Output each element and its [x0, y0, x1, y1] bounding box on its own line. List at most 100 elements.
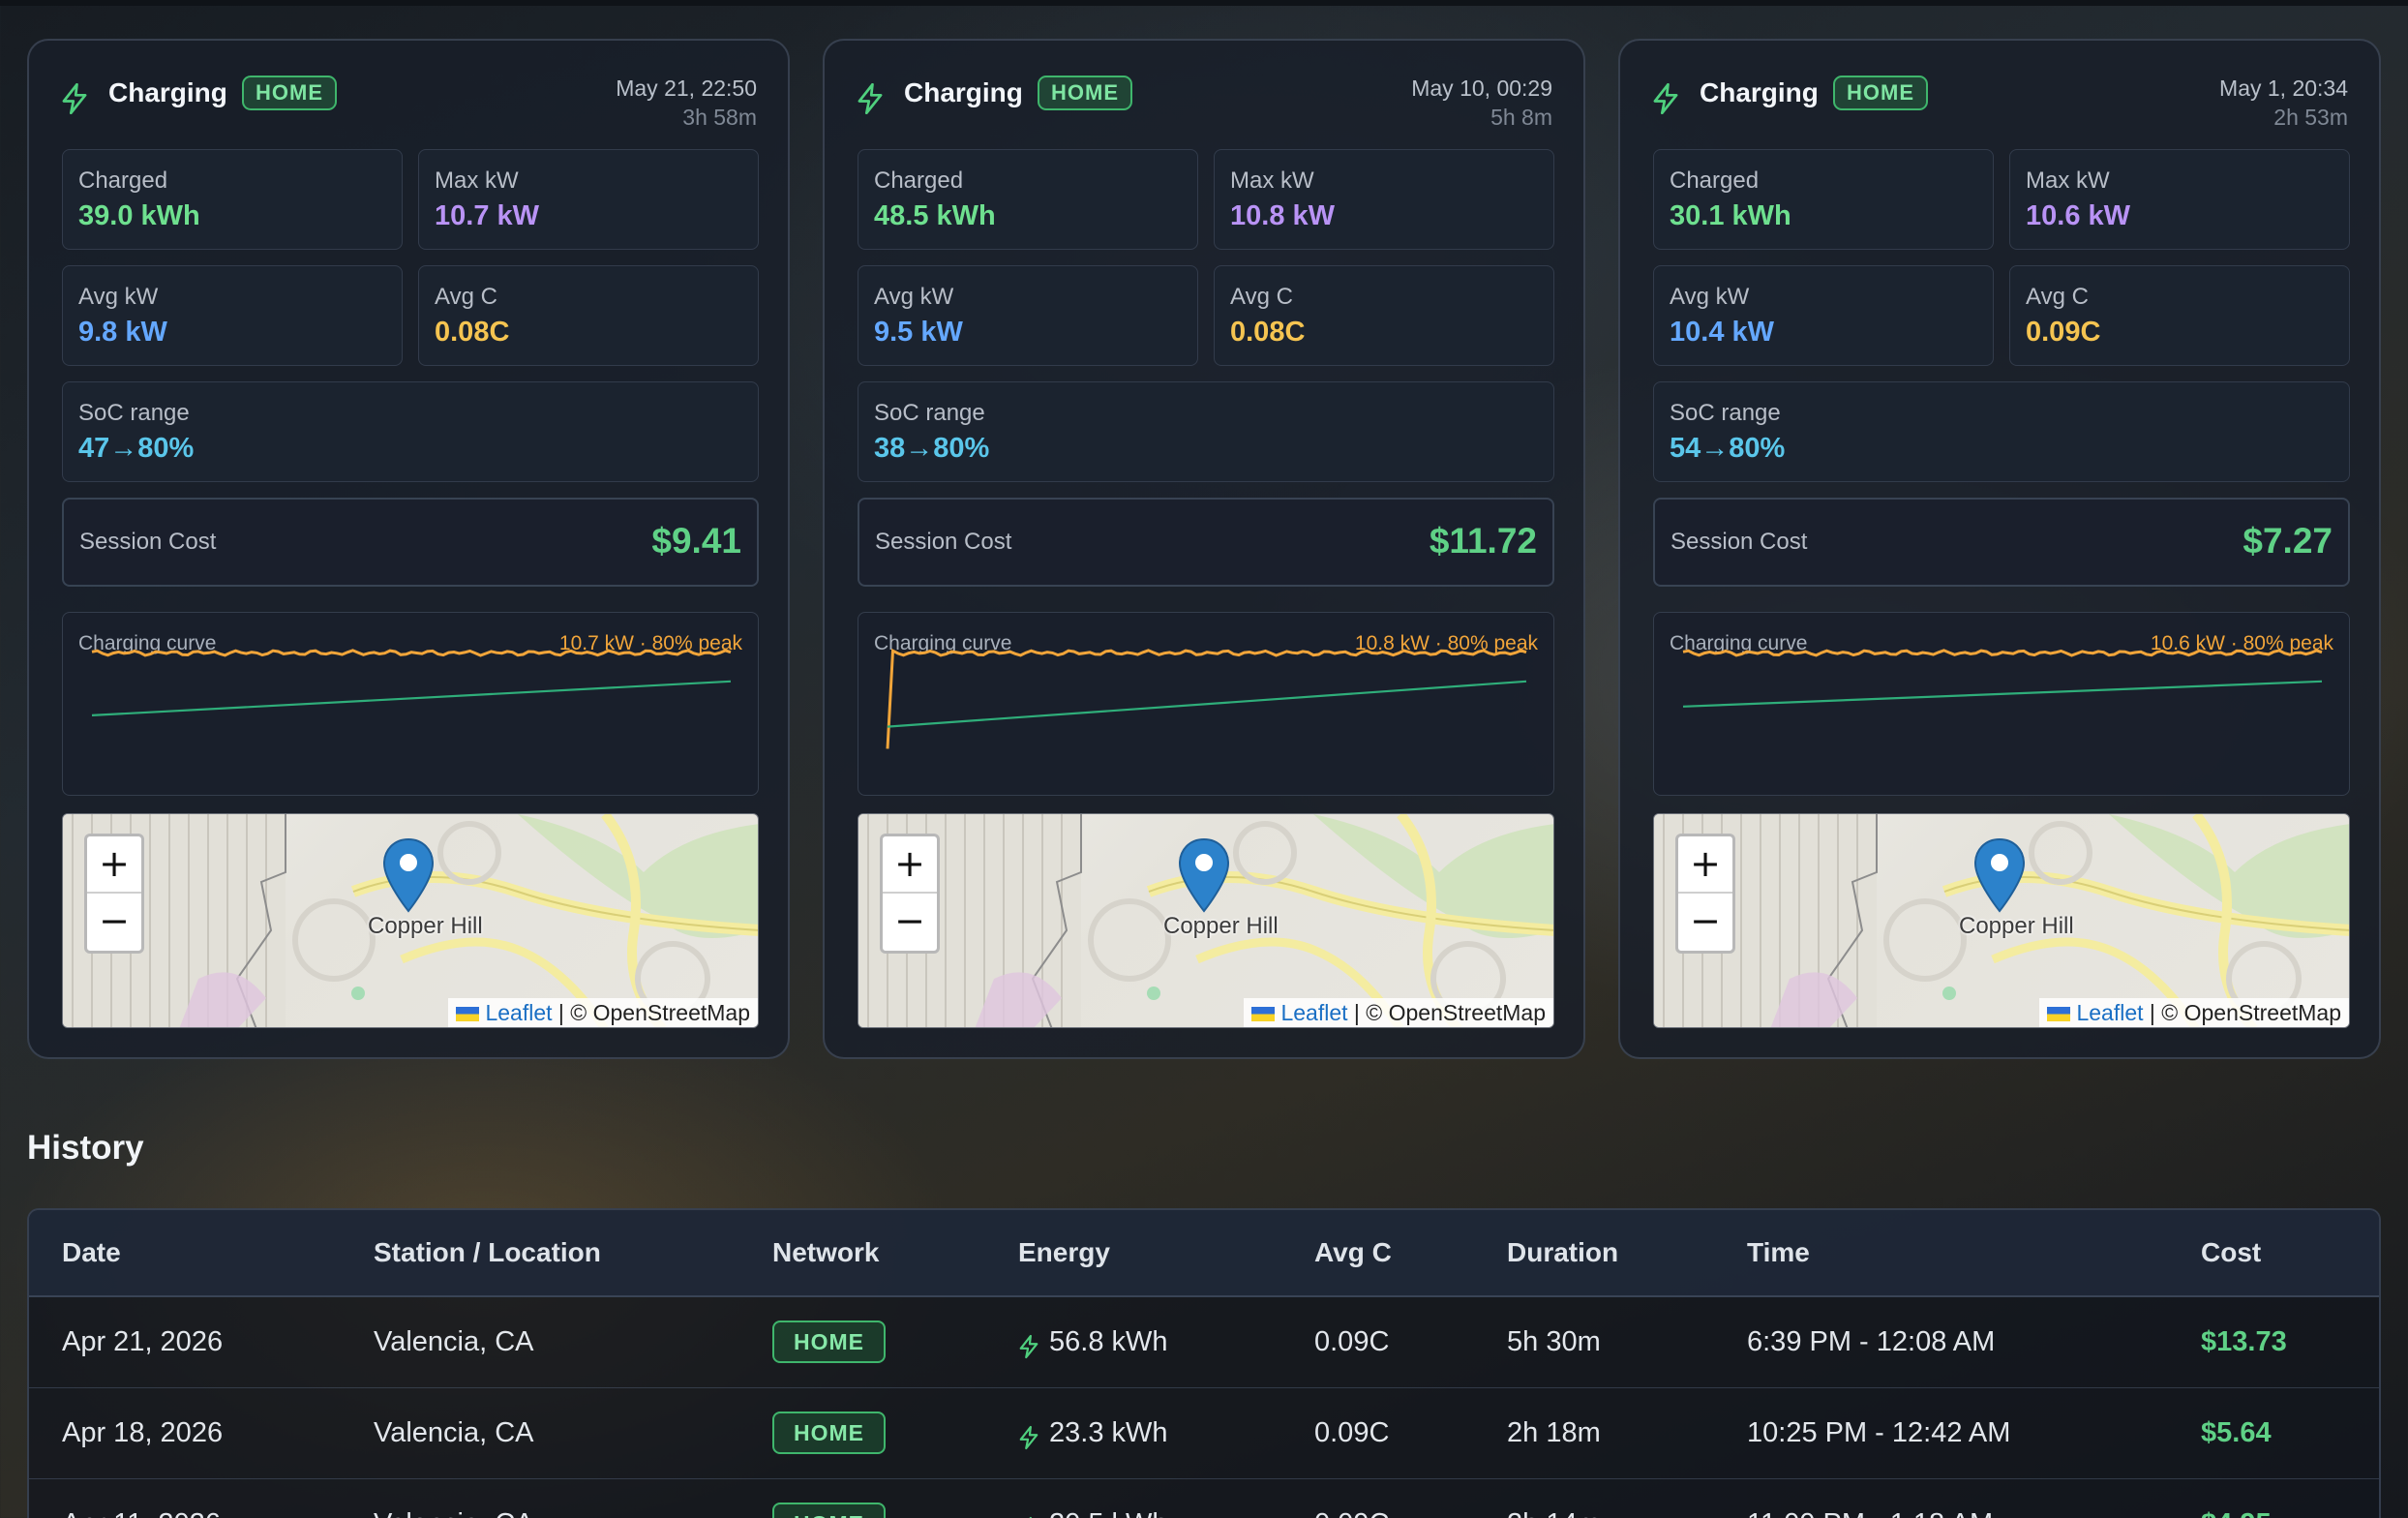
map-marker-icon[interactable]	[1973, 837, 2026, 915]
power-line	[886, 648, 1527, 749]
lightning-icon	[1019, 1425, 1038, 1450]
cost-value: $9.41	[651, 521, 741, 561]
stat-label: Avg C	[2026, 284, 2089, 310]
location-map[interactable]: + − Copper Hill Leaflet | © OpenStreetMap	[1653, 813, 2350, 1028]
location-map[interactable]: + − Copper Hill Leaflet | © OpenStreetMap	[858, 813, 1554, 1028]
map-place-label: Copper Hill	[368, 913, 483, 939]
col-network[interactable]: Network	[772, 1237, 879, 1268]
stat-value: 9.5 kW	[874, 317, 963, 348]
row-energy: 20.5 kWh	[1049, 1508, 1168, 1518]
stat-value: 30.1 kWh	[1670, 200, 1791, 231]
stat-charged: Charged 30.1 kWh	[1653, 149, 1994, 250]
row-date: Apr 21, 2026	[62, 1326, 224, 1357]
session-cost: Session Cost $7.27	[1653, 498, 2350, 587]
ukraine-flag-icon	[456, 1007, 480, 1021]
stat-value: 0.08C	[1230, 317, 1306, 348]
stat-label: SoC range	[78, 400, 190, 426]
stat-label: Avg kW	[874, 284, 954, 310]
session-title: Charging	[1700, 77, 1819, 107]
ukraine-flag-icon	[1251, 1007, 1276, 1021]
history-table: Date Station / Location Network Energy A…	[27, 1208, 2381, 1518]
network-badge: HOME	[1833, 76, 1928, 110]
osm-attribution[interactable]: | © OpenStreetMap	[558, 1000, 750, 1025]
cost-value: $11.72	[1429, 521, 1537, 561]
charging-curve: Charging curve 10.7 kW · 80% peak	[62, 612, 759, 796]
zoom-in-button[interactable]: +	[1678, 836, 1732, 894]
stat-avg-c: Avg C 0.08C	[1214, 265, 1554, 366]
cost-value: $7.27	[2242, 521, 2333, 561]
row-date: Apr 11, 2026	[62, 1508, 221, 1518]
row-time: 10:25 PM - 12:42 AM	[1747, 1417, 2011, 1448]
stat-label: Avg C	[1230, 284, 1293, 310]
col-avgc[interactable]: Avg C	[1314, 1237, 1392, 1268]
session-card[interactable]: Charging HOME May 21, 22:50 3h 58m Charged 39…	[27, 39, 790, 1059]
location-map[interactable]: + − Copper Hill Leaflet | © OpenStreetMap	[62, 813, 759, 1028]
stat-value: 10.8 kW	[1230, 200, 1335, 231]
col-cost[interactable]: Cost	[2201, 1237, 2261, 1268]
map-marker-icon[interactable]	[382, 837, 435, 915]
stat-soc-range: SoC range 47→80%	[62, 381, 759, 482]
session-date: May 21, 22:50	[616, 76, 757, 101]
row-avgc: 0.09C	[1314, 1508, 1389, 1518]
col-energy[interactable]: Energy	[1018, 1237, 1110, 1268]
row-location: Valencia, CA	[374, 1508, 534, 1518]
zoom-in-button[interactable]: +	[87, 836, 141, 894]
session-date: May 1, 20:34	[2219, 76, 2348, 101]
stat-label: Max kW	[435, 167, 519, 194]
stat-value: 0.08C	[435, 317, 510, 348]
map-attribution: Leaflet | © OpenStreetMap	[1244, 998, 1553, 1027]
soc-line	[91, 680, 732, 716]
lightning-icon	[62, 83, 87, 114]
stat-value: 38→80%	[874, 433, 990, 464]
cost-label: Session Cost	[1671, 529, 1808, 555]
lightning-icon	[1653, 83, 1678, 114]
osm-attribution[interactable]: | © OpenStreetMap	[2150, 1000, 2341, 1025]
soc-line	[887, 680, 1527, 728]
table-row[interactable]: Apr 11, 2026 Valencia, CA HOME 20.5 kWh 0.09…	[29, 1479, 2379, 1518]
map-place-label: Copper Hill	[1163, 913, 1279, 939]
table-row[interactable]: Apr 18, 2026 Valencia, CA HOME 23.3 kWh 0.09…	[29, 1388, 2379, 1479]
leaflet-link[interactable]: Leaflet	[1280, 1000, 1347, 1025]
session-card[interactable]: Charging HOME May 10, 00:29 5h 8m Charged 48.…	[823, 39, 1585, 1059]
stat-label: Max kW	[1230, 167, 1314, 194]
leaflet-link[interactable]: Leaflet	[485, 1000, 552, 1025]
stat-value: 10.4 kW	[1670, 317, 1774, 348]
session-cost: Session Cost $9.41	[62, 498, 759, 587]
zoom-out-button[interactable]: −	[883, 894, 937, 951]
stat-value: 54→80%	[1670, 433, 1786, 464]
stat-soc-range: SoC range 54→80%	[1653, 381, 2350, 482]
osm-attribution[interactable]: | © OpenStreetMap	[1354, 1000, 1546, 1025]
power-line	[1682, 649, 2323, 657]
leaflet-link[interactable]: Leaflet	[2076, 1000, 2143, 1025]
curve-plot	[91, 649, 732, 716]
stat-label: Max kW	[2026, 167, 2110, 194]
zoom-out-button[interactable]: −	[87, 894, 141, 951]
col-location[interactable]: Station / Location	[374, 1237, 601, 1268]
session-title: Charging	[108, 77, 227, 107]
session-date: May 10, 00:29	[1411, 76, 1552, 101]
session-card[interactable]: Charging HOME May 1, 20:34 2h 53m Charged 30.…	[1618, 39, 2381, 1059]
table-row[interactable]: Apr 21, 2026 Valencia, CA HOME 56.8 kWh 0.09…	[29, 1297, 2379, 1388]
charging-curve: Charging curve 10.6 kW · 80% peak	[1653, 612, 2350, 796]
col-time[interactable]: Time	[1747, 1237, 1810, 1268]
row-date: Apr 18, 2026	[62, 1417, 224, 1448]
network-badge: HOME	[1038, 76, 1132, 110]
stat-value: 10.6 kW	[2026, 200, 2130, 231]
row-energy: 23.3 kWh	[1049, 1417, 1168, 1448]
network-badge: HOME	[772, 1321, 886, 1363]
col-date[interactable]: Date	[62, 1237, 121, 1268]
stat-avg-kw: Avg kW 10.4 kW	[1653, 265, 1994, 366]
zoom-control: + −	[84, 834, 144, 954]
stat-value: 39.0 kWh	[78, 200, 200, 231]
stat-max-kw: Max kW 10.8 kW	[1214, 149, 1554, 250]
session-duration: 2h 53m	[2273, 105, 2348, 130]
row-location: Valencia, CA	[374, 1326, 534, 1357]
row-energy: 56.8 kWh	[1049, 1326, 1168, 1357]
stat-label: SoC range	[874, 400, 985, 426]
curve-plot	[886, 648, 1527, 749]
map-marker-icon[interactable]	[1178, 837, 1230, 915]
zoom-in-button[interactable]: +	[883, 836, 937, 894]
network-badge: HOME	[772, 1503, 886, 1518]
zoom-out-button[interactable]: −	[1678, 894, 1732, 951]
col-duration[interactable]: Duration	[1507, 1237, 1618, 1268]
